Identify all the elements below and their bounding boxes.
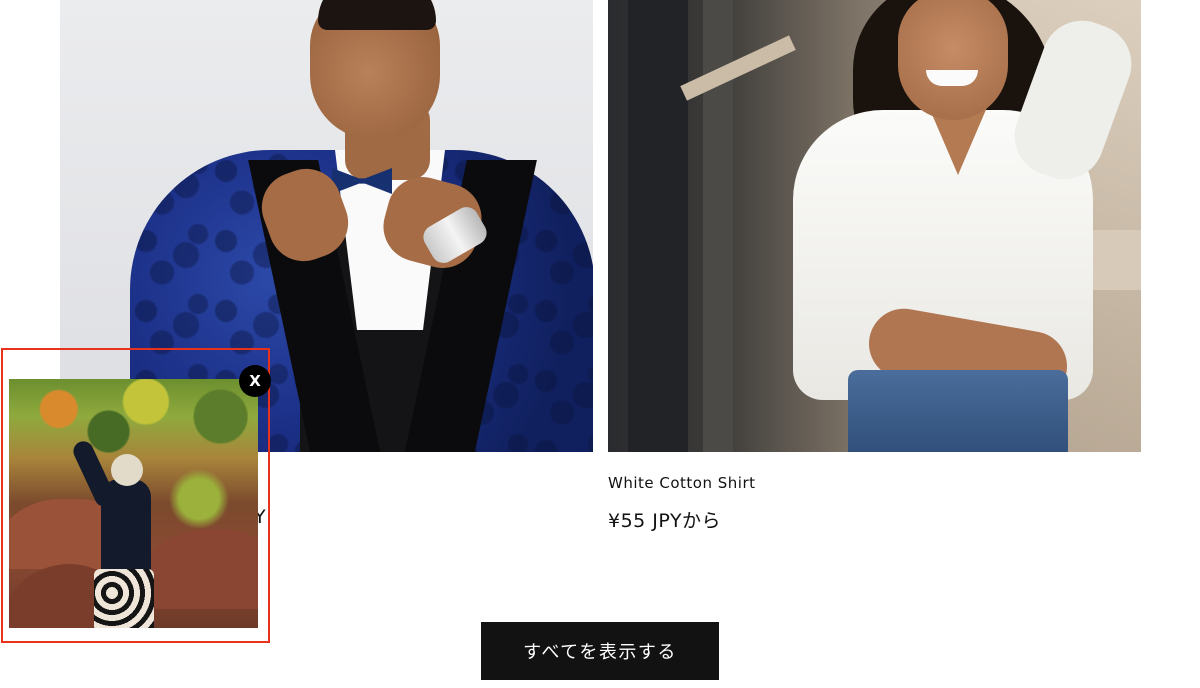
background-column [628, 0, 688, 452]
bush-shape [169, 459, 229, 539]
close-icon[interactable]: X [239, 365, 271, 397]
person-head-shape [111, 454, 143, 486]
product-price: ¥55 JPYから [608, 510, 722, 532]
product-card-white-cotton-shirt[interactable]: White Cotton Shirt ¥55 JPYから [608, 0, 1141, 532]
hair-shape [318, 0, 436, 30]
background-beam [680, 35, 796, 101]
product-grid-page: Y White Cotton Shirt ¥55 JPYから すべてを表示する [0, 0, 1200, 688]
jeans-shape [848, 370, 1068, 452]
person-top-shape [101, 479, 151, 574]
person-skirt-shape [94, 569, 154, 628]
smile-shape [926, 70, 978, 86]
foliage-shape [9, 379, 258, 454]
view-all-button[interactable]: すべてを表示する [481, 622, 719, 680]
video-popup-thumbnail[interactable] [9, 379, 258, 628]
product-image-white-cotton-shirt[interactable] [608, 0, 1141, 452]
face-shape [898, 0, 1008, 120]
product-title[interactable]: White Cotton Shirt [608, 474, 756, 492]
